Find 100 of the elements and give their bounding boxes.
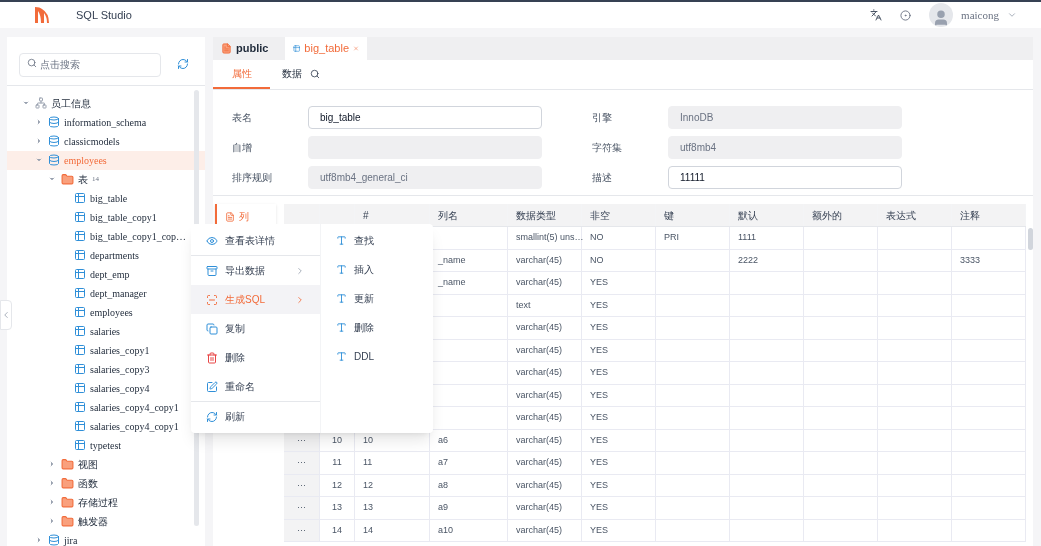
table-cell-text: 13 <box>332 501 342 514</box>
menu-item[interactable]: 删除 <box>321 313 433 342</box>
menu-label: 查看表详情 <box>225 234 275 248</box>
refresh-icon[interactable] <box>177 57 189 70</box>
collapse-icon[interactable] <box>35 118 43 126</box>
table-icon <box>74 230 86 242</box>
menu-label: 查找 <box>354 234 374 248</box>
menu-label: 插入 <box>354 263 374 277</box>
table-cell-text: 13 <box>363 501 373 514</box>
tree-label: big_table_copy1 <box>90 210 157 225</box>
section-tab[interactable]: 数据 <box>270 60 332 89</box>
collapse-icon[interactable] <box>48 498 56 506</box>
table-cell: _name <box>438 253 466 267</box>
table-icon <box>74 420 86 432</box>
table-icon <box>74 344 86 356</box>
row-menu[interactable]: ··· <box>297 523 306 537</box>
collapse-icon[interactable] <box>48 479 56 487</box>
expand-icon[interactable] <box>48 175 56 183</box>
user-name[interactable]: maicong <box>961 6 999 24</box>
tree-label: big_table <box>90 191 128 206</box>
app-title: SQL Studio <box>76 7 132 23</box>
tree-item[interactable]: 触发器 <box>7 511 205 531</box>
row-menu[interactable]: ··· <box>297 501 306 515</box>
table-cell-text: varchar(45) <box>516 321 562 334</box>
text-icon <box>336 235 347 246</box>
menu-item[interactable]: 查找 <box>321 226 433 255</box>
collapse-icon[interactable] <box>35 137 43 145</box>
tree-item[interactable]: typetest <box>7 435 205 455</box>
expand-icon[interactable] <box>22 99 30 107</box>
search-icon[interactable] <box>310 68 320 79</box>
table-cell-text: YES <box>590 321 608 334</box>
close-icon[interactable] <box>353 44 359 53</box>
tree-item[interactable]: jira <box>7 530 205 546</box>
table-cell: YES <box>590 343 608 357</box>
table-cell: 14 <box>363 523 373 537</box>
table-icon <box>74 287 86 299</box>
tree-label: dept_emp <box>90 267 130 282</box>
column-header: 数据类型 <box>516 208 556 223</box>
table-cell: 3333 <box>960 253 981 267</box>
list-icon <box>225 211 235 222</box>
table-cell-text: YES <box>590 501 608 514</box>
row-menu[interactable]: ··· <box>297 456 306 470</box>
menu-item[interactable]: DDL <box>321 342 433 371</box>
table-icon <box>74 268 86 280</box>
expand-icon[interactable] <box>35 156 43 164</box>
table-cell: YES <box>590 523 608 537</box>
menu-item[interactable]: 更新 <box>321 284 433 313</box>
logo-icon <box>32 5 50 25</box>
table-cell-text: a9 <box>438 501 448 514</box>
database-icon <box>48 154 60 166</box>
collapse-icon[interactable] <box>35 536 43 544</box>
tree-item[interactable]: information_schema <box>7 112 205 132</box>
settings-icon[interactable] <box>900 9 912 21</box>
table-cell-text: NO <box>590 231 604 244</box>
tree-label: typetest <box>90 438 122 453</box>
menu-item[interactable]: 插入 <box>321 255 433 284</box>
tree-item[interactable]: big_table_copy1 <box>7 207 205 227</box>
table-cell-text: a7 <box>438 456 448 469</box>
collapse-handle[interactable] <box>0 300 12 330</box>
table-cell-text: YES <box>590 456 608 469</box>
table-cell: NO <box>590 253 604 267</box>
table-cell: 12 <box>363 478 373 492</box>
field-label: 描述 <box>592 171 613 185</box>
table-cell: varchar(45) <box>516 478 562 492</box>
field-label: 自增 <box>232 141 253 155</box>
table-cell-text: 11 <box>332 456 342 469</box>
tree-label: jira <box>64 533 78 546</box>
table-cell-text: _name <box>438 276 466 289</box>
dropdown-icon[interactable] <box>1007 10 1017 20</box>
table-icon <box>74 192 86 204</box>
field-label: 引擎 <box>592 111 613 125</box>
collapse-icon[interactable] <box>48 460 56 468</box>
menu-label: 刷新 <box>225 410 245 424</box>
row-menu[interactable]: ··· <box>297 478 306 492</box>
table-icon <box>74 249 86 261</box>
text-icon <box>336 264 347 275</box>
tree-item[interactable]: 函数 <box>7 473 205 493</box>
table-cell: text <box>516 298 531 312</box>
tree-item[interactable]: 视图 <box>7 454 205 474</box>
table-cell-text: smallint(5) uns… <box>516 231 584 244</box>
table-cell-text: varchar(45) <box>516 456 562 469</box>
search-field[interactable]: 点击搜索 <box>19 52 161 77</box>
folder-icon <box>61 476 74 490</box>
table-cell: 10 <box>332 433 342 447</box>
collapse-icon[interactable] <box>48 517 56 525</box>
tree-item[interactable]: 员工信息 <box>7 93 205 113</box>
text-field[interactable]: big_table <box>308 106 542 129</box>
tree-item[interactable]: 存储过程 <box>7 492 205 512</box>
text-field[interactable]: 11111 <box>668 166 902 189</box>
editor-tab[interactable]: public <box>213 37 285 60</box>
tree-item[interactable]: big_table <box>7 188 205 208</box>
scrollbar[interactable] <box>1028 228 1033 250</box>
tree-item[interactable]: classicmodels <box>7 131 205 151</box>
tree-label: departments <box>90 248 139 263</box>
table-cell-text: YES <box>590 366 608 379</box>
row-menu[interactable]: ··· <box>297 433 306 447</box>
translate-icon[interactable] <box>870 9 883 21</box>
menu-item[interactable]: 刷新 <box>191 402 320 431</box>
tree-label: salaries_copy4_copy1 <box>90 419 179 434</box>
avatar[interactable] <box>929 3 954 27</box>
